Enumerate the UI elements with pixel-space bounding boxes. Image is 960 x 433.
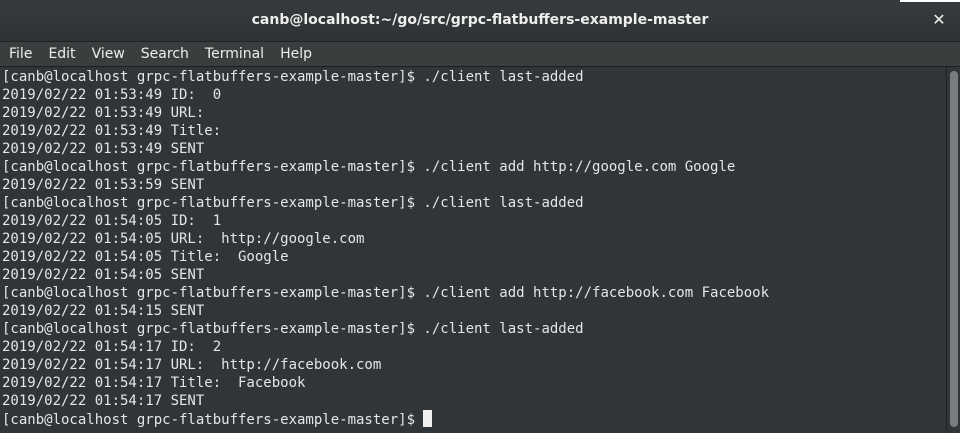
terminal-line: [canb@localhost grpc-flatbuffers-example… <box>2 69 584 85</box>
scrollbar-thumb[interactable] <box>950 71 958 427</box>
terminal-line: 2019/02/22 01:53:49 Title: <box>2 123 222 139</box>
terminal-line: [canb@localhost grpc-flatbuffers-example… <box>2 195 584 211</box>
terminal-prompt: [canb@localhost grpc-flatbuffers-example… <box>2 412 424 428</box>
title-bar-highlight <box>900 0 960 2</box>
terminal-line: 2019/02/22 01:53:49 URL: <box>2 105 205 121</box>
terminal-line: 2019/02/22 01:53:49 ID: 0 <box>2 87 222 103</box>
menu-view[interactable]: View <box>84 42 133 66</box>
close-icon[interactable]: ✕ <box>928 9 950 31</box>
terminal-line: 2019/02/22 01:54:17 SENT <box>2 393 205 409</box>
terminal-line: 2019/02/22 01:54:17 URL: http://facebook… <box>2 357 382 373</box>
terminal-line: 2019/02/22 01:54:17 Title: Facebook <box>2 375 306 391</box>
terminal-line: 2019/02/22 01:54:17 ID: 2 <box>2 339 222 355</box>
window-title: canb@localhost:~/go/src/grpc-flatbuffers… <box>251 12 709 28</box>
title-bar[interactable]: canb@localhost:~/go/src/grpc-flatbuffers… <box>0 0 960 42</box>
terminal-line: 2019/02/22 01:53:59 SENT <box>2 177 205 193</box>
terminal-prompt-line[interactable]: [canb@localhost grpc-flatbuffers-example… <box>2 410 946 428</box>
terminal-window: canb@localhost:~/go/src/grpc-flatbuffers… <box>0 0 960 433</box>
vertical-scrollbar[interactable] <box>946 67 960 433</box>
terminal-line: [canb@localhost grpc-flatbuffers-example… <box>2 321 584 337</box>
terminal-line: 2019/02/22 01:54:05 ID: 1 <box>2 213 222 229</box>
terminal-output[interactable]: [canb@localhost grpc-flatbuffers-example… <box>0 67 946 433</box>
terminal-line: [canb@localhost grpc-flatbuffers-example… <box>2 285 770 301</box>
terminal-line: 2019/02/22 01:53:49 SENT <box>2 141 205 157</box>
terminal-line: [canb@localhost grpc-flatbuffers-example… <box>2 159 736 175</box>
terminal-line: 2019/02/22 01:54:05 SENT <box>2 267 205 283</box>
menu-search[interactable]: Search <box>133 42 197 66</box>
text-cursor <box>423 410 433 427</box>
menu-bar: File Edit View Search Terminal Help <box>0 42 960 67</box>
menu-terminal[interactable]: Terminal <box>197 42 272 66</box>
menu-file[interactable]: File <box>0 42 40 66</box>
menu-edit[interactable]: Edit <box>40 42 83 66</box>
terminal-line: 2019/02/22 01:54:05 Title: Google <box>2 249 289 265</box>
terminal-line: 2019/02/22 01:54:05 URL: http://google.c… <box>2 231 365 247</box>
menu-help[interactable]: Help <box>272 42 320 66</box>
terminal-line: 2019/02/22 01:54:15 SENT <box>2 303 205 319</box>
